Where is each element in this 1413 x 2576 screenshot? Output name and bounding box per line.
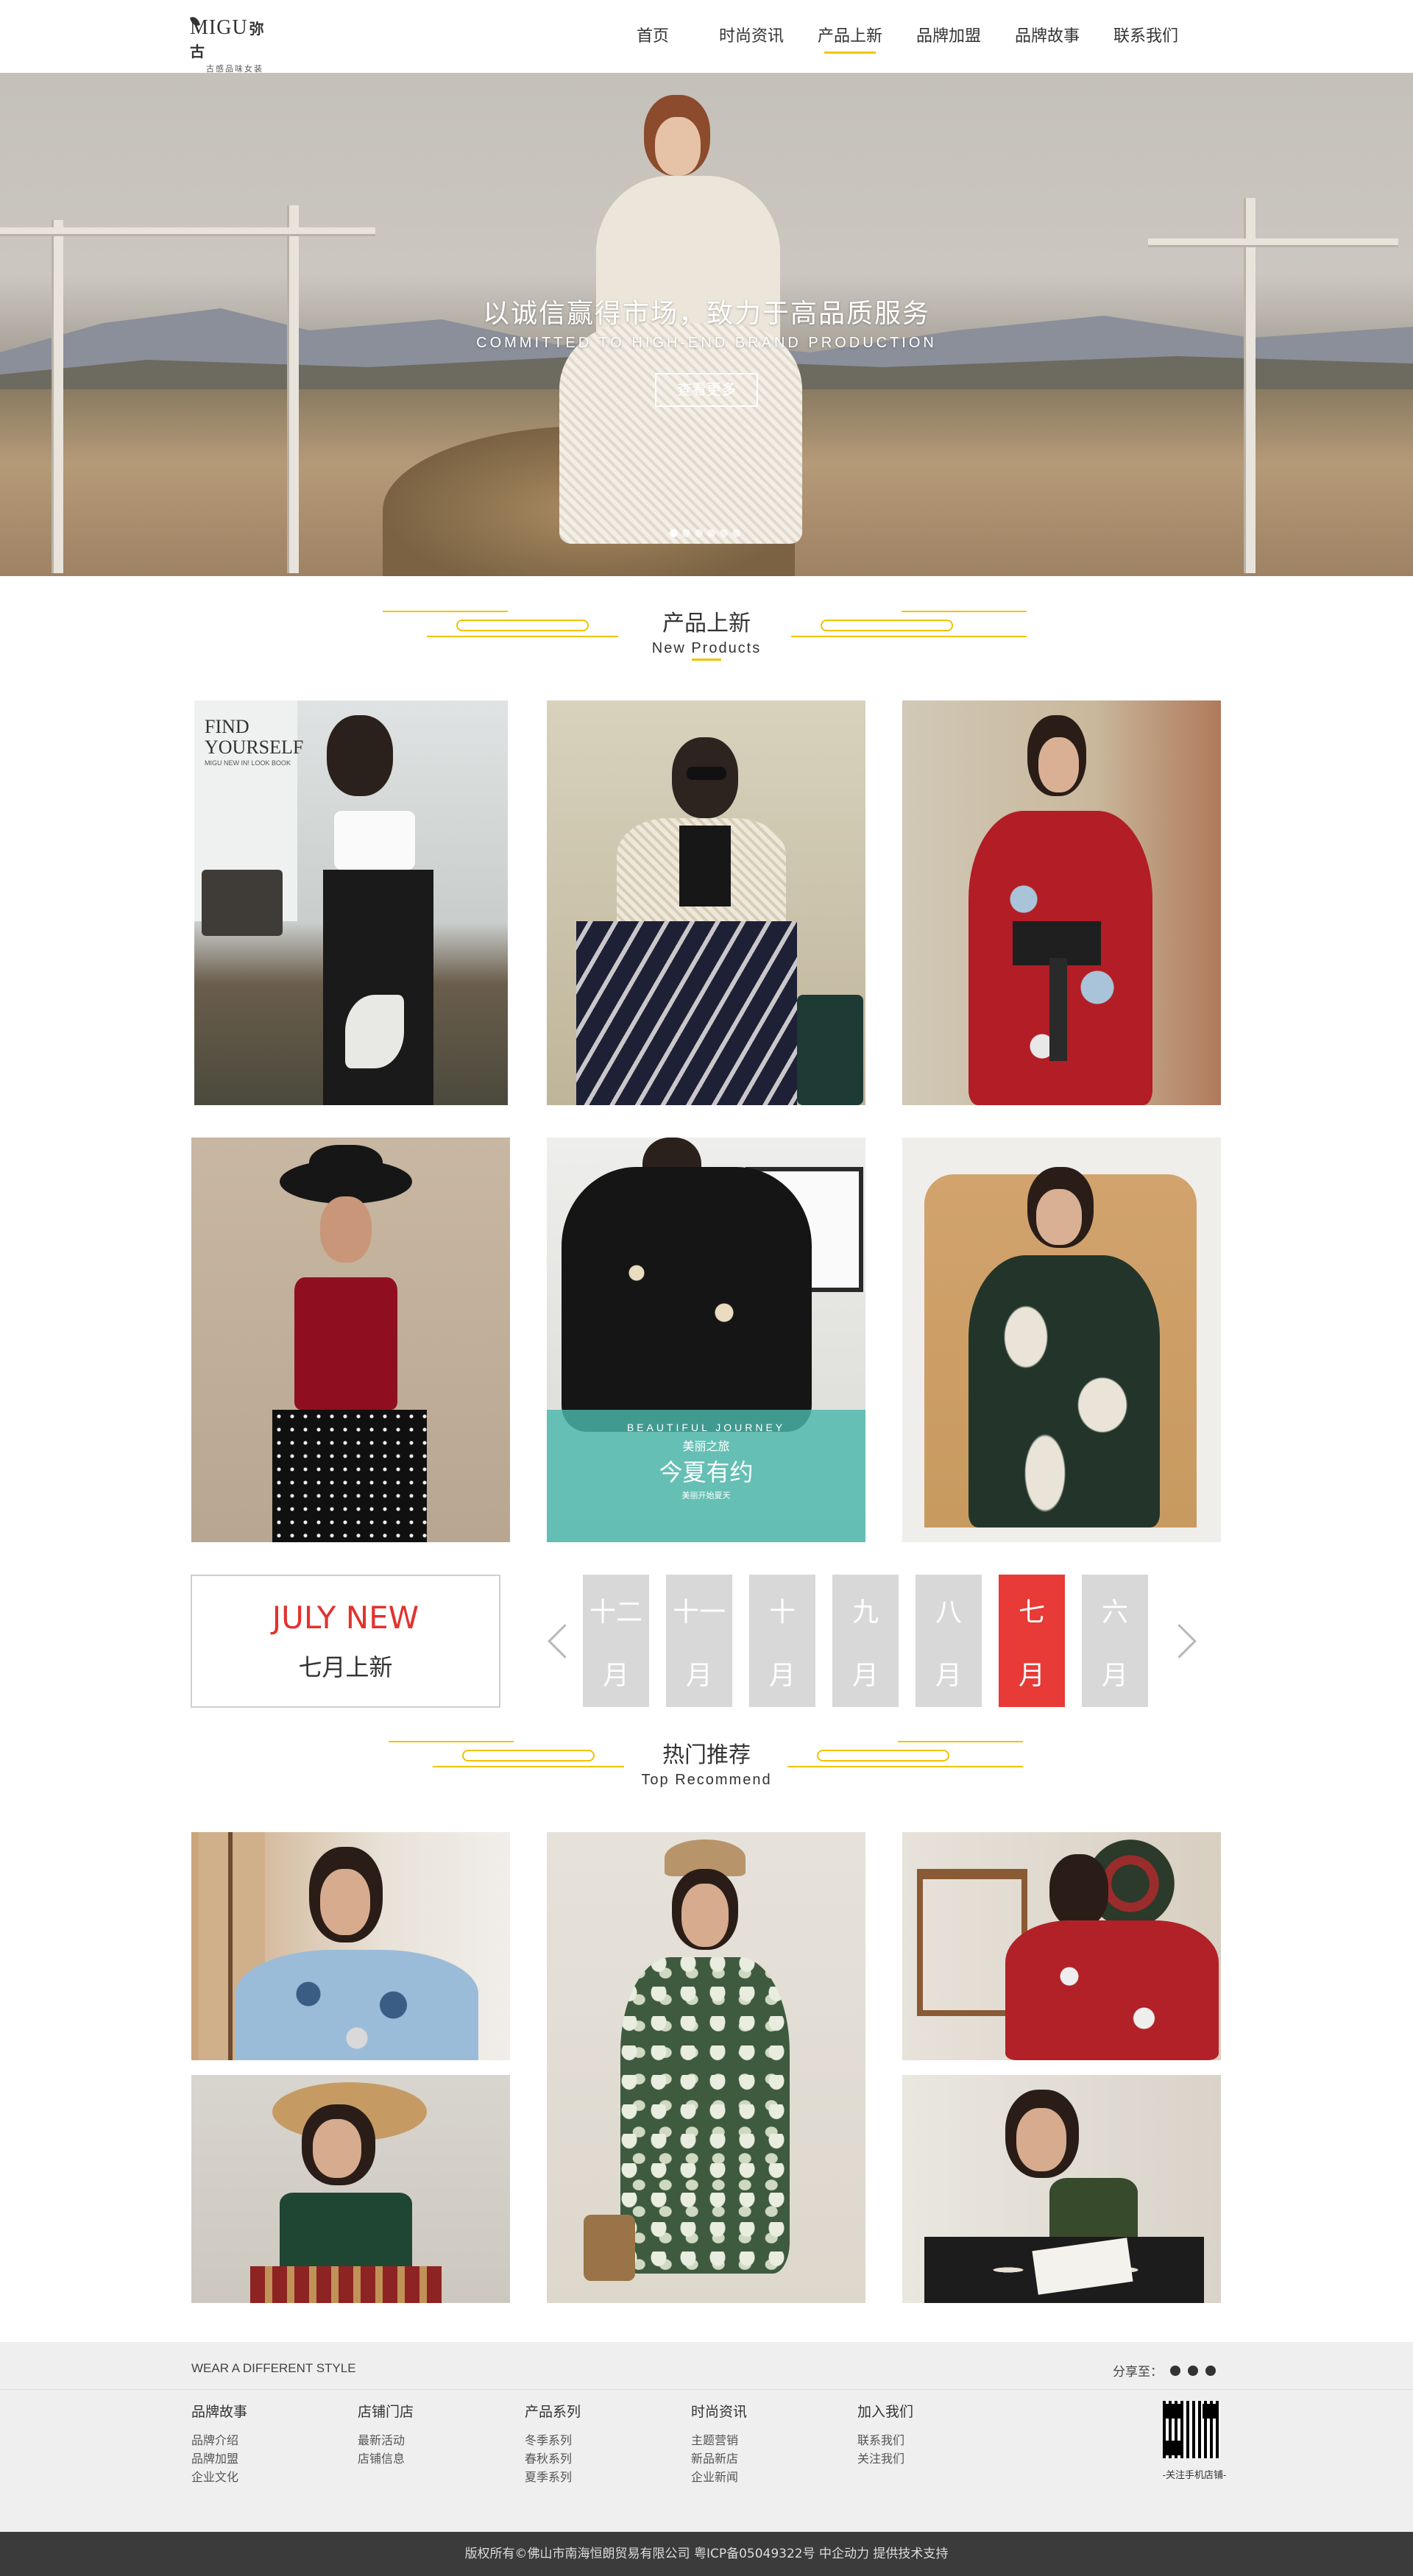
month-tab-sep[interactable]: 九 月 — [832, 1575, 899, 1707]
footer-link[interactable]: 关注我们 — [857, 2449, 1005, 2468]
footer-link[interactable]: 企业新闻 — [691, 2468, 838, 2486]
footer-divider — [0, 2389, 1413, 2390]
month-highlight-cn: 七月上新 — [298, 1653, 393, 1681]
footer-column-title: 店铺门店 — [358, 2404, 414, 2420]
slider-dot[interactable] — [670, 529, 678, 537]
recommend-card[interactable] — [902, 2075, 1221, 2303]
month-tab-dec[interactable]: 十二 月 — [583, 1575, 649, 1707]
post-right — [1244, 198, 1256, 573]
footer-column-title: 产品系列 — [525, 2404, 581, 2420]
footer-link[interactable]: 联系我们 — [857, 2431, 1005, 2449]
recommend-title: 热门推荐 — [662, 1742, 751, 1768]
promo-cn1: 美丽之旅 — [682, 1441, 730, 1453]
slider-dots — [670, 529, 740, 537]
lookbook-title: FIND YOURSELF — [205, 716, 304, 758]
footer-link[interactable]: 新品新店 — [691, 2449, 838, 2468]
month-tab-jul[interactable]: 七 月 — [999, 1575, 1065, 1707]
footer-column-title: 加入我们 — [857, 2404, 914, 2420]
month-tab-nov[interactable]: 十一 月 — [666, 1575, 732, 1707]
banner-more-button[interactable]: 查看更多 — [655, 373, 758, 407]
footer-link[interactable]: 店铺信息 — [358, 2449, 505, 2468]
footer-slogan: WEAR A DIFFERENT STYLE — [191, 2361, 356, 2375]
brand-logo[interactable]: MIGU 弥古 古感品味女装 — [189, 15, 278, 74]
copyright-bar: 版权所有©佛山市南海恒朗贸易有限公司 粤ICP备05049322号 中企动力 提… — [0, 2532, 1413, 2576]
recommend-card[interactable] — [191, 1832, 510, 2060]
footer-column-brand: 品牌故事 品牌介绍 品牌加盟 企业文化 — [191, 2401, 339, 2486]
footer-link[interactable]: 主题营销 — [691, 2431, 838, 2449]
new-products-heading: 产品上新 New Products — [0, 605, 1413, 657]
footer-column-title: 品牌故事 — [191, 2404, 248, 2420]
footer-column-news: 时尚资讯 主题营销 新品新店 企业新闻 — [691, 2401, 838, 2486]
promo-cn3: 美丽开始夏天 — [681, 1491, 731, 1500]
nav-item-new-products[interactable]: 产品上新 — [801, 0, 899, 73]
footer-column-products: 产品系列 冬季系列 春秋系列 夏季系列 — [525, 2401, 672, 2486]
product-card[interactable] — [191, 1138, 510, 1542]
footer-column-stores: 店铺门店 最新活动 店铺信息 — [358, 2401, 505, 2468]
nav-item-news[interactable]: 时尚资讯 — [702, 0, 801, 73]
footer-link[interactable]: 品牌加盟 — [191, 2449, 339, 2468]
wechat-icon[interactable] — [1170, 2365, 1180, 2376]
recommend-subtitle: Top Recommend — [641, 1772, 772, 1788]
share-label: 分享至： — [1113, 2365, 1163, 2379]
title-underline — [692, 659, 721, 661]
footer-link[interactable]: 最新活动 — [358, 2431, 505, 2449]
slider-dot[interactable] — [682, 529, 690, 537]
nav-item-contact[interactable]: 联系我们 — [1097, 0, 1195, 73]
month-tab-aug[interactable]: 八 月 — [916, 1575, 982, 1707]
post-beam-right — [1148, 238, 1398, 247]
qr-code-icon — [1163, 2401, 1220, 2458]
nav-item-home[interactable]: 首页 — [603, 0, 702, 73]
footer-link[interactable]: 春秋系列 — [525, 2449, 672, 2468]
slider-dot[interactable] — [695, 529, 703, 537]
promo-en: BEAUTIFUL JOURNEY — [626, 1422, 786, 1433]
promo-cn2: 今夏有约 — [659, 1458, 754, 1486]
new-products-subtitle: New Products — [651, 640, 762, 656]
banner-title: 以诚信赢得市场，致力于高品质服务 — [482, 299, 930, 329]
recommend-card[interactable] — [902, 1832, 1221, 2060]
product-card[interactable] — [902, 1138, 1221, 1542]
post-left-2 — [287, 205, 299, 573]
slider-dot[interactable] — [707, 529, 715, 537]
chevron-right-icon[interactable] — [1169, 1619, 1198, 1663]
slider-dot[interactable] — [732, 529, 740, 537]
footer-link[interactable]: 冬季系列 — [525, 2431, 672, 2449]
product-card[interactable]: BEAUTIFUL JOURNEY 美丽之旅 今夏有约 美丽开始夏天 — [547, 1138, 865, 1542]
share-bar: 分享至： — [1113, 2361, 1216, 2380]
recommend-card[interactable] — [191, 2075, 510, 2303]
chevron-left-icon[interactable] — [541, 1619, 570, 1663]
post-beam-left — [0, 227, 375, 236]
footer-link[interactable]: 企业文化 — [191, 2468, 339, 2486]
product-card[interactable]: FIND YOURSELF MIGU NEW IN! LOOK BOOK — [194, 700, 508, 1105]
site-footer: WEAR A DIFFERENT STYLE 分享至： 品牌故事 品牌介绍 品牌… — [0, 2342, 1413, 2532]
hero-banner: 以诚信赢得市场，致力于高品质服务 COMMITTED TO HIGH-END B… — [0, 73, 1413, 576]
recommend-heading: 热门推荐 Top Recommend — [0, 1736, 1413, 1789]
slider-dot[interactable] — [720, 529, 728, 537]
weibo-icon[interactable] — [1205, 2365, 1216, 2376]
lookbook-subtitle: MIGU NEW IN! LOOK BOOK — [205, 759, 291, 767]
main-nav: 首页 时尚资讯 产品上新 品牌加盟 品牌故事 联系我们 — [603, 0, 1195, 73]
logo-brand: MIGU — [190, 16, 248, 39]
post-left — [52, 220, 63, 573]
product-card[interactable] — [547, 700, 865, 1105]
month-tab-oct[interactable]: 十 月 — [749, 1575, 815, 1707]
footer-link[interactable]: 夏季系列 — [525, 2468, 672, 2486]
banner-subtitle: COMMITTED TO HIGH-END BRAND PRODUCTION — [476, 335, 937, 351]
footer-link[interactable]: 品牌介绍 — [191, 2431, 339, 2449]
footer-column-title: 时尚资讯 — [691, 2404, 748, 2420]
month-highlight-box: JULY NEW 七月上新 — [191, 1575, 500, 1708]
qr-label: -关注手机店铺- — [1162, 2469, 1227, 2480]
month-tab-jun[interactable]: 六 月 — [1082, 1575, 1148, 1707]
qq-icon[interactable] — [1188, 2365, 1198, 2376]
product-card[interactable] — [902, 700, 1221, 1105]
footer-column-join: 加入我们 联系我们 关注我们 — [857, 2401, 1005, 2468]
recommend-card[interactable] — [547, 1832, 865, 2303]
nav-item-brand-story[interactable]: 品牌故事 — [998, 0, 1097, 73]
site-header: MIGU 弥古 古感品味女装 首页 时尚资讯 产品上新 品牌加盟 品牌故事 联系我… — [0, 0, 1413, 74]
nav-item-franchise[interactable]: 品牌加盟 — [899, 0, 998, 73]
month-highlight-en: JULY NEW — [272, 1600, 419, 1636]
new-products-title: 产品上新 — [662, 611, 751, 636]
